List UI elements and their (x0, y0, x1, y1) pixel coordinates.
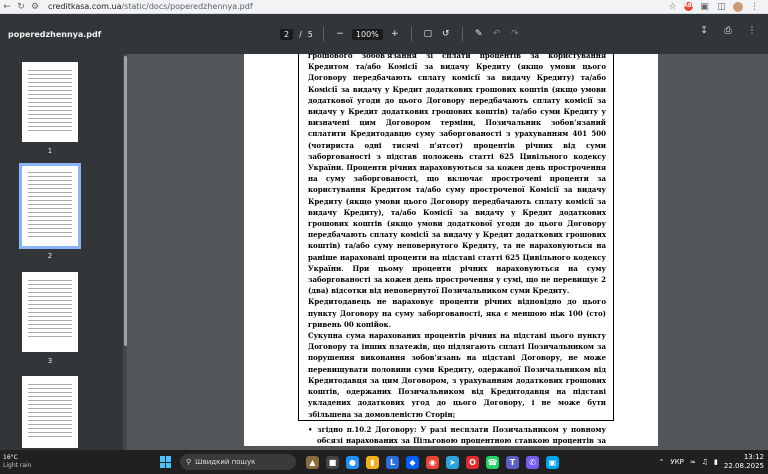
page-total: 5 (307, 29, 313, 39)
page-thumbnail-4[interactable] (22, 376, 78, 448)
page-number-input[interactable]: 2 (280, 28, 294, 40)
paragraph: Кредитодавець не нараховує проценти річн… (308, 297, 606, 329)
fit-page-icon[interactable]: ▢ (422, 29, 434, 39)
tray-chevron-icon[interactable]: ⌃ (659, 458, 665, 466)
weather-widget[interactable]: 16°C Light rain (0, 454, 60, 470)
viber-icon[interactable]: ✆ (526, 455, 539, 469)
extensions-puzzle-icon[interactable]: ▣ (699, 2, 710, 12)
system-tray: ⌃ УКР ≈ ♫ ▮ 13:12 22.08.2025 (659, 450, 764, 474)
toolbar-divider (410, 27, 412, 41)
toolbar-divider (322, 27, 324, 41)
pdf-page: грошового зобов'язання зі сплати процент… (244, 54, 658, 450)
letter-l-app-icon[interactable]: L (386, 455, 399, 469)
opera-icon[interactable]: O (466, 455, 479, 469)
download-icon[interactable]: ↧ (698, 26, 710, 36)
os-taskbar: 16°C Light rain ⚲ Швидкий пошук ▲ ■ ● ▮ … (0, 450, 768, 474)
telegram-icon[interactable]: ➤ (446, 455, 459, 469)
page-separator: / (299, 29, 302, 39)
back-icon[interactable]: ← (0, 0, 14, 14)
weather-desc: Light rain (3, 462, 32, 469)
url-host: creditkasa.com.ua (48, 2, 122, 11)
search-placeholder: Швидкий пошук (195, 458, 256, 466)
teams-icon[interactable]: T (506, 455, 519, 469)
file-explorer-icon[interactable]: ▮ (366, 455, 379, 469)
bullet-paragraph: згідно п.10.2 Договору: У разі несплати … (308, 424, 606, 450)
taskbar-search[interactable]: ⚲ Швидкий пошук (180, 454, 296, 470)
browser-menu-icon[interactable]: ⋮ (749, 2, 760, 12)
browser-app-icon[interactable]: ● (346, 455, 359, 469)
zoom-out-icon[interactable]: − (334, 29, 346, 39)
bookmark-star-icon[interactable]: ☆ (667, 2, 678, 12)
zoom-in-icon[interactable]: + (389, 29, 401, 39)
clock-date: 22.08.2025 (723, 462, 764, 470)
reload-icon[interactable]: ↻ (14, 0, 28, 14)
thumbnail-number: 2 (47, 252, 53, 260)
undo-icon[interactable]: ↶ (491, 29, 503, 39)
url-field[interactable]: creditkasa.com.ua/static/docs/poperedzhe… (48, 2, 667, 11)
volume-icon[interactable]: ♫ (702, 458, 708, 466)
start-windows-icon[interactable] (160, 456, 172, 468)
toolbar-divider (461, 27, 463, 41)
wifi-icon[interactable]: ≈ (690, 458, 696, 466)
annotate-pen-icon[interactable]: ✎ (473, 29, 485, 39)
clock-time: 13:12 (743, 453, 764, 461)
zoom-level-input[interactable]: 100% (351, 28, 383, 40)
pdf-toolbar: poperedzhennya.pdf 2 / 5 − 100% + ▢ ↺ ✎ … (0, 14, 768, 54)
thumbnail-number: 3 (47, 357, 53, 365)
rotate-icon[interactable]: ↺ (440, 29, 452, 39)
battery-icon[interactable]: ▮ (714, 458, 718, 466)
chrome-icon[interactable]: ◉ (426, 455, 439, 469)
dropbox-icon[interactable]: ◆ (406, 455, 419, 469)
more-options-icon[interactable]: ⋮ (746, 26, 758, 36)
thumbnail-number: 1 (47, 147, 53, 155)
store-app-icon[interactable]: ▣ (546, 455, 559, 469)
weather-temp: 16°C (3, 454, 18, 461)
document-viewer: грошового зобов'язання зі сплати процент… (127, 54, 768, 450)
language-indicator[interactable]: УКР (670, 458, 683, 466)
page-thumbnail-2[interactable] (19, 163, 81, 249)
redo-icon[interactable]: ↷ (509, 29, 521, 39)
task-view-icon[interactable]: ■ (326, 455, 339, 469)
profile-avatar[interactable] (733, 1, 743, 12)
paragraph: грошового зобов'язання зі сплати процент… (308, 54, 606, 296)
print-icon[interactable]: ⎙ (722, 26, 734, 36)
viewer-scrollbar[interactable] (760, 54, 768, 450)
url-path: /static/docs/poperedzhennya.pdf (121, 2, 253, 11)
page-thumbnail-3[interactable] (22, 272, 78, 352)
clock[interactable]: 13:12 22.08.2025 (724, 453, 764, 471)
sidepanel-icon[interactable]: ◫ (716, 2, 727, 12)
pdf-file-title: poperedzhennya.pdf (8, 29, 102, 39)
document-text: грошового зобов'язання зі сплати процент… (308, 54, 606, 450)
page-thumbnail-1[interactable] (22, 62, 78, 142)
paragraph: Сукупна сума нарахованих процентів річни… (308, 331, 606, 419)
browser-address-bar: ← ↻ ⚙ creditkasa.com.ua/static/docs/pope… (0, 0, 768, 14)
search-icon: ⚲ (186, 458, 192, 466)
site-info-icon[interactable]: ⚙ (28, 0, 42, 14)
adblock-extension-icon[interactable]: ABP (684, 2, 695, 11)
widget-app-icon[interactable]: ▲ (306, 455, 319, 469)
whatsapp-icon[interactable]: ☎ (486, 455, 499, 469)
